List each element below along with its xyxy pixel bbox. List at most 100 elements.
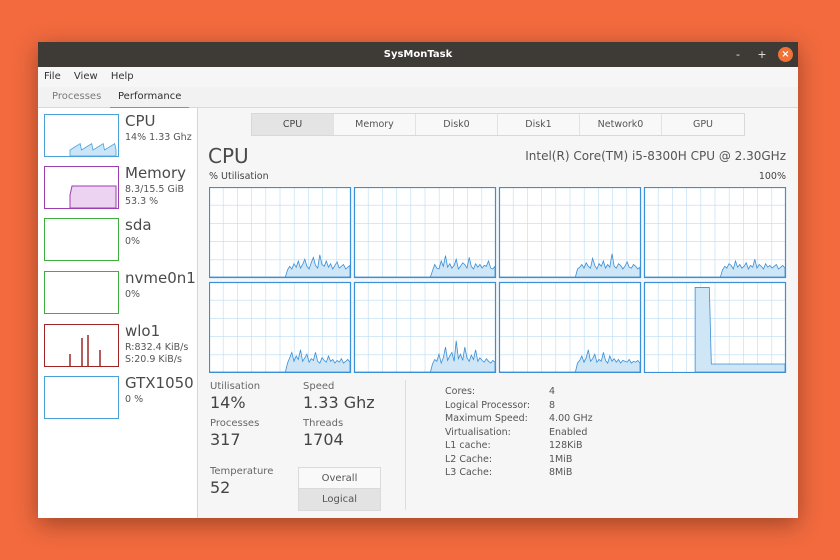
stat-label: Threads [303,418,344,429]
subtab-disk1[interactable]: Disk1 [498,114,580,135]
stat-temperature: Temperature 52 [210,466,273,497]
info-value: 1MiB [549,453,573,465]
close-button[interactable]: × [778,47,793,62]
info-key: L3 Cache: [445,467,493,478]
info-key: L2 Cache: [445,453,493,465]
core-graph-5 [208,281,352,374]
stats-divider [405,380,406,510]
info-value: 4 [549,386,556,397]
core-graph-1 [208,186,352,279]
sidebar-item-value: R:832.4 KiB/s [125,342,189,353]
sidebar-item-gtx1050[interactable]: GTX1050 0 % [44,374,194,422]
info-value: Enabled [549,426,588,438]
stat-threads: Threads 1704 [303,418,344,449]
core-graph-8 [643,281,787,374]
sidebar-thumb-svg [45,377,118,418]
info-key: Maximum Speed: [445,413,528,424]
sidebar-item-name: Memory [125,164,187,182]
info-row: Cores: 4 [445,386,635,400]
app-window: SysMonTask - + × File View Help Processe… [38,42,798,518]
sidebar-item-value: 14% 1.33 Ghz [125,132,192,143]
stat-label: Utilisation [210,381,261,392]
core-graph-3 [498,186,642,279]
utilisation-axis-max: 100% [758,171,786,182]
sidebar-thumb-svg [69,142,117,156]
sidebar-item-name: sda [125,216,152,234]
sidebar-thumb-svg [69,185,117,208]
info-value: 8MiB [549,467,573,478]
sidebar-thumb-svg [69,335,101,366]
subtab-network0[interactable]: Network0 [580,114,662,135]
sidebar-item-name: wlo1 [125,322,161,340]
overall-button[interactable]: Overall [298,467,381,489]
core-graph-7 [498,281,642,374]
sidebar-thumb-svg [45,219,118,260]
sidebar-item-cpu[interactable]: CPU 14% 1.33 Ghz [44,112,194,160]
core-graph-6 [353,281,497,374]
sidebar-thumb-graph [44,218,119,261]
tab-performance[interactable]: Performance [110,87,190,109]
device-sidebar: CPU 14% 1.33 Ghz Memory 8.3/15.5 GiB 53.3 % s… [38,108,198,518]
maximize-button[interactable]: + [755,42,769,67]
stat-value: 14% [210,393,246,412]
sidebar-item-name: nvme0n1 [125,269,196,287]
stat-label: Processes [210,418,260,429]
stat-processes: Processes 317 [210,418,259,449]
sidebar-thumb-graph [44,114,119,157]
info-key: Virtualisation: [445,426,511,438]
sidebar-thumb-svg [45,272,118,313]
thumb-series [69,185,117,208]
tab-processes[interactable]: Processes [52,87,101,107]
stat-speed: Speed 1.33 Ghz [303,381,375,412]
core-graph-2 [353,186,497,279]
graph-mode-toggle: Overall Logical [298,467,381,511]
info-value: 4.00 GHz [549,413,593,424]
core-graphs-svg [208,186,787,374]
core-graphs [208,186,787,377]
info-key: Logical Processor: [445,399,531,411]
menu-help[interactable]: Help [111,67,134,87]
sidebar-item-value: S:20.9 KiB/s [125,354,182,365]
title-bar[interactable]: SysMonTask - + × [38,42,798,67]
minimize-button[interactable]: - [731,42,745,67]
subtab-disk0[interactable]: Disk0 [416,114,498,135]
sidebar-thumb-graph [44,271,119,314]
menu-file[interactable]: File [44,67,61,87]
stat-value: 317 [210,430,241,449]
window-title: SysMonTask [383,49,453,60]
subtab-cpu[interactable]: CPU [252,114,334,135]
logical-button[interactable]: Logical [298,489,381,511]
sidebar-item-name: GTX1050 [125,374,194,392]
sidebar-item-name: CPU [125,112,156,130]
info-row: Maximum Speed: 4.00 GHz [445,413,635,427]
cpu-info-table: Cores: 4 Logical Processor: 8 Maximum Speed:… [445,386,635,481]
info-row: L2 Cache: 1MiB [445,454,635,468]
info-row: Logical Processor: 8 [445,400,635,414]
sidebar-item-value: 8.3/15.5 GiB [125,184,184,195]
core-graph-4 [643,186,787,279]
menu-view[interactable]: View [74,67,98,87]
info-row: Virtualisation: Enabled [445,427,635,441]
info-key: L1 cache: [445,440,491,451]
utilisation-axis-label: % Utilisation [209,171,269,182]
info-row: L1 cache: 128KiB [445,440,635,454]
info-key: Cores: [445,386,476,397]
sidebar-thumb-graph [44,324,119,367]
stat-utilisation: Utilisation 14% [210,381,260,412]
sidebar-item-value: 0% [125,236,141,247]
sidebar-item-wlo1[interactable]: wlo1 R:832.4 KiB/s S:20.9 KiB/s [44,322,194,370]
sidebar-item-memory[interactable]: Memory 8.3/15.5 GiB 53.3 % [44,164,194,212]
menu-bar: File View Help [38,67,798,87]
info-value: 128KiB [549,440,583,451]
sidebar-thumb-graph [44,376,119,419]
device-tabs: CPU Memory Disk0 Disk1 Network0 GPU [251,113,745,136]
subtab-gpu[interactable]: GPU [662,114,744,135]
cpu-model-name: Intel(R) Core(TM) i5-8300H CPU @ 2.30GHz [525,149,786,163]
stat-value: 1704 [303,430,344,449]
performance-panel: CPU Memory Disk0 Disk1 Network0 GPU CPU … [199,108,798,518]
stat-value: 1.33 Ghz [303,393,375,412]
top-tabs: Processes Performance [38,87,798,109]
sidebar-item-sda[interactable]: sda 0% [44,216,194,264]
subtab-memory[interactable]: Memory [334,114,416,135]
sidebar-item-nvme0n1[interactable]: nvme0n1 0% [44,269,196,317]
